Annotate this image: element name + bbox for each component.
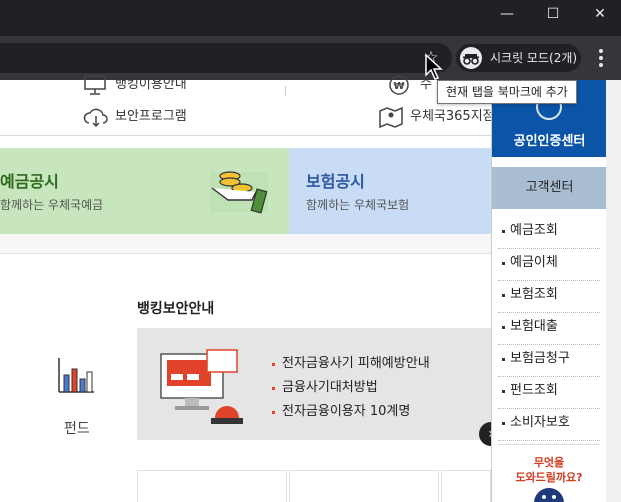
fund-chart-icon (58, 358, 94, 393)
monitor-icon (84, 75, 106, 95)
post-office-365-label: 우체국365지점 (410, 109, 495, 124)
mouse-cursor-icon (425, 53, 443, 80)
quick-menu: 공인인증센터 고객센터 예금조회 예금이체 보험조회 보험대출 보험금청구 펀드… (491, 80, 607, 502)
utility-links: 뱅킹이용안내 보안프로그램 ₩ 수 우체국365지점 (0, 75, 495, 136)
incognito-label: 시크릿 모드(2개) (490, 51, 578, 65)
help-text: 무엇을 도와드릴까요? (498, 455, 600, 485)
cloud-download-icon (83, 108, 108, 128)
quick-item-consumer-protection[interactable]: 소비자보호 (498, 409, 600, 441)
coins-hand-icon (210, 171, 268, 214)
insurance-subtitle: 함께하는 우체국보험 (306, 198, 410, 212)
security-guide-box: 전자금융사기 피해예방안내 금융사기대처방법 전자금융이용자 10계명 (137, 328, 491, 440)
help-line-2: 도와드릴까요? (515, 471, 583, 484)
deposit-disclosure-banner[interactable]: 예금공시 함께하는 우체국예금 (0, 148, 289, 234)
quick-item-fund-inquiry[interactable]: 펀드조회 (498, 377, 600, 409)
browser-window: — ☐ ✕ ☆ 시크릿 모드(2개) 뱅킹이용안내 보안프로그램 ₩ 수 우체국… (0, 0, 621, 502)
cert-center-label: 공인인증센터 (513, 134, 586, 149)
maximize-icon[interactable]: ☐ (532, 0, 574, 28)
security-guide-title: 뱅킹보안안내 (137, 301, 215, 317)
list-item[interactable]: 전자금융이용자 10계명 (272, 400, 430, 424)
bottom-tab[interactable] (137, 470, 287, 502)
quick-item-insurance-inquiry[interactable]: 보험조회 (498, 281, 600, 313)
incognito-profile-button[interactable]: 시크릿 모드(2개) (456, 44, 581, 72)
address-bar[interactable] (0, 43, 452, 73)
quick-item-insurance-claim[interactable]: 보험금청구 (498, 345, 600, 377)
list-item[interactable]: 금융사기대처방법 (272, 376, 430, 400)
svg-text:₩: ₩ (393, 81, 404, 92)
deposit-title: 예금공시 (0, 172, 59, 191)
quick-item-deposit-transfer[interactable]: 예금이체 (498, 249, 600, 281)
alert-monitor-icon (160, 349, 243, 424)
web-page: 뱅킹이용안내 보안프로그램 ₩ 수 우체국365지점 예금공시 함께하는 우체국… (0, 75, 621, 502)
title-bar: — ☐ ✕ (0, 0, 621, 36)
customer-center-button[interactable]: 고객센터 (492, 167, 607, 209)
banking-guide-label: 뱅킹이용안내 (115, 77, 187, 92)
fund-label[interactable]: 펀드 (64, 418, 90, 438)
help-line-1: 무엇을 (533, 456, 565, 469)
incognito-icon (460, 47, 482, 69)
insurance-title: 보험공시 (306, 172, 365, 191)
security-program-label: 보안프로그램 (115, 109, 187, 124)
map-pin-icon (379, 106, 403, 128)
insurance-disclosure-banner[interactable]: 보험공시 함께하는 우체국보험 (289, 148, 491, 234)
quick-menu-list: 예금조회 예금이체 보험조회 보험대출 보험금청구 펀드조회 소비자보호 (498, 217, 600, 441)
security-list: 전자금융사기 피해예방안내 금융사기대처방법 전자금융이용자 10계명 (272, 352, 430, 424)
bottom-tab[interactable] (289, 470, 439, 502)
list-item[interactable]: 전자금융사기 피해예방안내 (272, 352, 430, 376)
deposit-subtitle: 함께하는 우체국예금 (0, 198, 104, 212)
divider (285, 86, 286, 96)
quick-item-insurance-loan[interactable]: 보험대출 (498, 313, 600, 345)
page-scrollbar[interactable] (606, 80, 621, 502)
close-icon[interactable]: ✕ (579, 0, 621, 28)
currency-icon: ₩ (389, 75, 409, 95)
help-chatbot-button[interactable]: 무엇을 도와드릴까요? (498, 444, 600, 502)
mascot-icon (534, 488, 564, 502)
browser-menu-icon[interactable] (592, 46, 610, 70)
bottom-tab[interactable] (441, 470, 491, 502)
minimize-icon[interactable]: — (486, 0, 528, 28)
bookmark-tooltip: 현재 탭을 북마크에 추가 (437, 80, 577, 104)
section-divider (0, 234, 491, 254)
quick-item-deposit-inquiry[interactable]: 예금조회 (498, 217, 600, 249)
